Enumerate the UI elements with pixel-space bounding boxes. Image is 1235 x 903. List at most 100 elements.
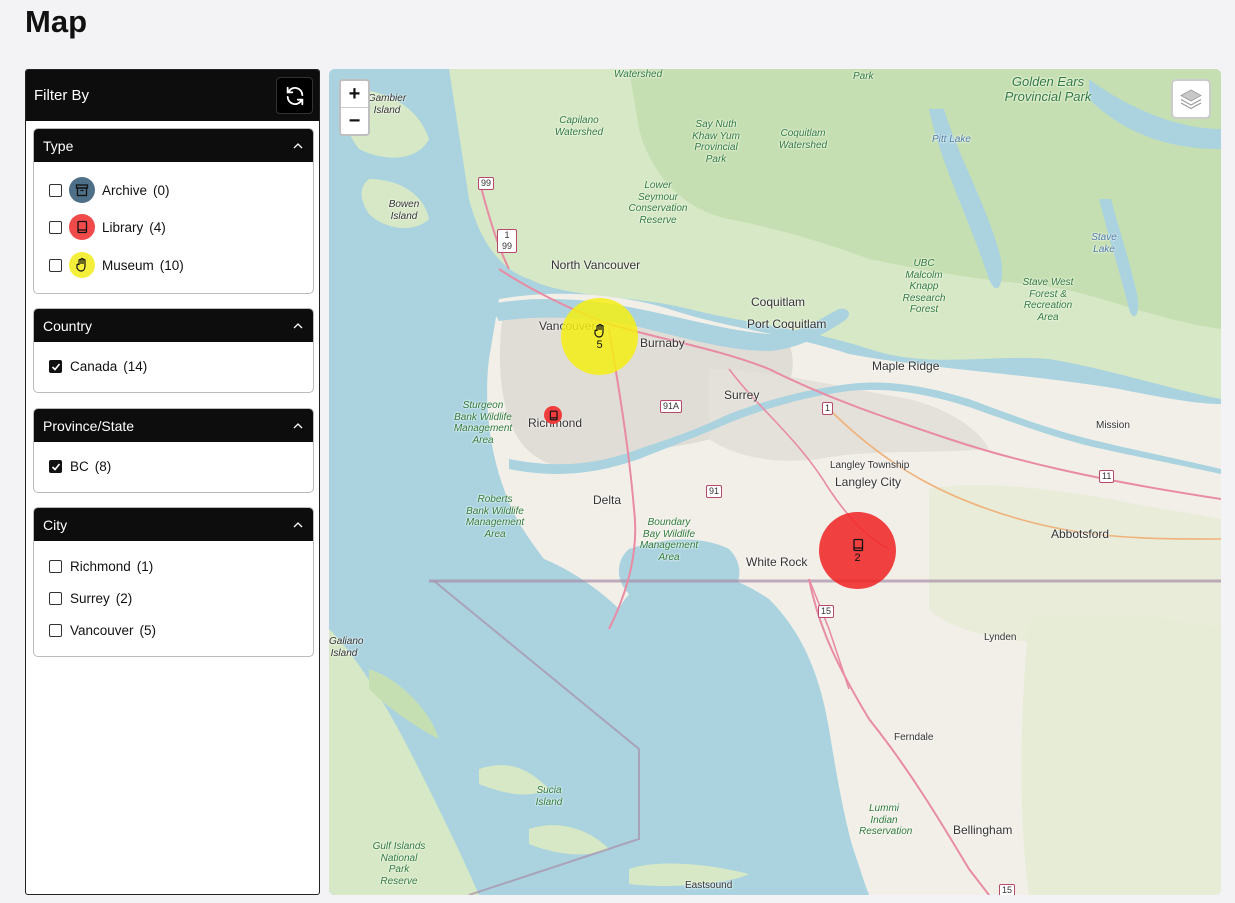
park-galiano-island: Galiano Island: [329, 636, 364, 659]
place-port-coquitlam: Port Coquitlam: [747, 317, 827, 331]
vancouver-label: Vancouver: [70, 623, 134, 638]
type-filter-panel: Type Archive (0) Library (4) Museum (10): [33, 128, 314, 294]
city-panel-title: City: [43, 516, 68, 533]
park-top-label: Park: [853, 71, 874, 82]
layers-icon: [1180, 89, 1202, 110]
park-golden-ears: Golden Ears Provincial Park: [1004, 74, 1092, 104]
place-delta: Delta: [593, 493, 622, 507]
park-sucia-island: Sucia Island: [535, 785, 563, 808]
type-option-library[interactable]: Library (4): [49, 214, 166, 240]
zoom-out-button[interactable]: −: [341, 107, 368, 134]
bc-checkbox[interactable]: [49, 460, 62, 473]
cluster-count: 5: [596, 338, 603, 351]
park-gambier-island: Gambier Island: [367, 93, 407, 116]
museum-count: (10): [159, 257, 184, 273]
place-north-vancouver: North Vancouver: [551, 258, 641, 272]
park-stave-west: Stave West Forest & Recreation Area: [1022, 277, 1074, 323]
filter-title: Filter By: [34, 87, 90, 104]
highway-shield: 15: [818, 605, 835, 618]
library-checkbox[interactable]: [49, 220, 62, 234]
museum-checkbox[interactable]: [49, 258, 62, 272]
place-surrey: Surrey: [724, 388, 760, 402]
zoom-in-button[interactable]: +: [341, 81, 368, 107]
park-pitt-lake: Pitt Lake: [932, 134, 971, 145]
highway-shield: 91A: [660, 400, 683, 413]
highway-shield: 1: [822, 402, 834, 415]
check-icon: [51, 362, 60, 371]
city-option-surrey[interactable]: Surrey (2): [49, 591, 132, 606]
place-maple-ridge: Maple Ridge: [872, 359, 940, 373]
bc-label: BC: [70, 459, 89, 474]
park-stave-lake: Stave Lake: [1091, 232, 1117, 255]
canada-label: Canada: [70, 359, 118, 374]
library-label: Library: [102, 219, 144, 235]
place-langley-township: Langley Township: [830, 460, 910, 471]
city-option-richmond[interactable]: Richmond (1): [49, 559, 153, 574]
archive-label: Archive: [102, 182, 148, 198]
archive-checkbox[interactable]: [49, 183, 62, 197]
type-panel-title: Type: [43, 137, 74, 154]
layers-button[interactable]: [1171, 79, 1211, 119]
place-white-rock: White Rock: [746, 555, 808, 569]
check-icon: [51, 462, 60, 471]
city-filter-panel: City Richmond (1) Surrey (2) Vancouver (…: [33, 507, 314, 657]
province-option-bc[interactable]: BC (8): [49, 459, 111, 474]
place-mission: Mission: [1096, 420, 1130, 431]
place-coquitlam: Coquitlam: [751, 295, 806, 309]
reset-filters-button[interactable]: [276, 77, 313, 114]
library-cluster-marker[interactable]: 2: [819, 512, 896, 589]
book-icon: [549, 410, 558, 420]
park-seymour-top: Watershed: [614, 69, 663, 80]
map-tiles: [329, 69, 1221, 895]
type-option-archive[interactable]: Archive (0): [49, 177, 170, 203]
park-lower-seymour: Lower Seymour Conservation Reserve: [628, 180, 688, 226]
province-panel-title: Province/State: [43, 417, 135, 434]
hand-icon: [69, 252, 95, 278]
country-filter-panel: Country Canada (14): [33, 308, 314, 393]
highway-shield: 91: [706, 485, 723, 498]
chevron-up-icon: [292, 519, 304, 531]
type-panel-header[interactable]: Type: [34, 129, 313, 162]
hand-icon: [593, 323, 604, 338]
canada-count: (14): [123, 359, 148, 374]
country-panel-title: Country: [43, 317, 93, 334]
museum-cluster-marker[interactable]: 5: [561, 298, 638, 375]
richmond-count: (1): [136, 559, 154, 574]
park-gulf-islands: Gulf Islands National Park Reserve: [372, 841, 426, 887]
place-eastsound: Eastsound: [685, 880, 733, 891]
book-icon: [69, 214, 95, 240]
richmond-checkbox[interactable]: [49, 560, 62, 573]
refresh-icon: [286, 86, 303, 105]
country-option-canada[interactable]: Canada (14): [49, 359, 147, 374]
library-marker-richmond[interactable]: [544, 406, 562, 424]
map-view[interactable]: North Vancouver Vancouver Burnaby Coquit…: [329, 69, 1221, 895]
park-ubc-forest: UBC Malcolm Knapp Research Forest: [902, 258, 946, 315]
archive-icon: [69, 177, 95, 203]
page-title: Map: [25, 4, 87, 39]
place-langley-city: Langley City: [835, 475, 902, 489]
highway-shield: 1 99: [497, 229, 517, 253]
canada-checkbox[interactable]: [49, 360, 62, 373]
country-panel-header[interactable]: Country: [34, 309, 313, 342]
park-boundary-bay: Boundary Bay Wildlife Management Area: [639, 517, 699, 563]
bc-count: (8): [94, 459, 112, 474]
surrey-label: Surrey: [70, 591, 110, 606]
place-ferndale: Ferndale: [894, 732, 934, 743]
park-coquitlam-watershed: Coquitlam Watershed: [778, 128, 828, 151]
park-say-nuth: Say Nuth Khaw Yum Provincial Park: [692, 119, 740, 165]
chevron-up-icon: [292, 320, 304, 332]
zoom-control: + −: [339, 79, 370, 136]
museum-label: Museum: [102, 257, 154, 273]
surrey-checkbox[interactable]: [49, 592, 62, 605]
city-option-vancouver[interactable]: Vancouver (5): [49, 623, 156, 638]
archive-count: (0): [153, 182, 170, 198]
park-lummi: Lummi Indian Reservation: [859, 803, 913, 837]
type-option-museum[interactable]: Museum (10): [49, 252, 184, 278]
richmond-label: Richmond: [70, 559, 131, 574]
province-filter-panel: Province/State BC (8): [33, 408, 314, 493]
vancouver-checkbox[interactable]: [49, 624, 62, 637]
book-icon: [852, 538, 863, 551]
city-panel-header[interactable]: City: [34, 508, 313, 541]
province-panel-header[interactable]: Province/State: [34, 409, 313, 442]
library-count: (4): [149, 219, 166, 235]
